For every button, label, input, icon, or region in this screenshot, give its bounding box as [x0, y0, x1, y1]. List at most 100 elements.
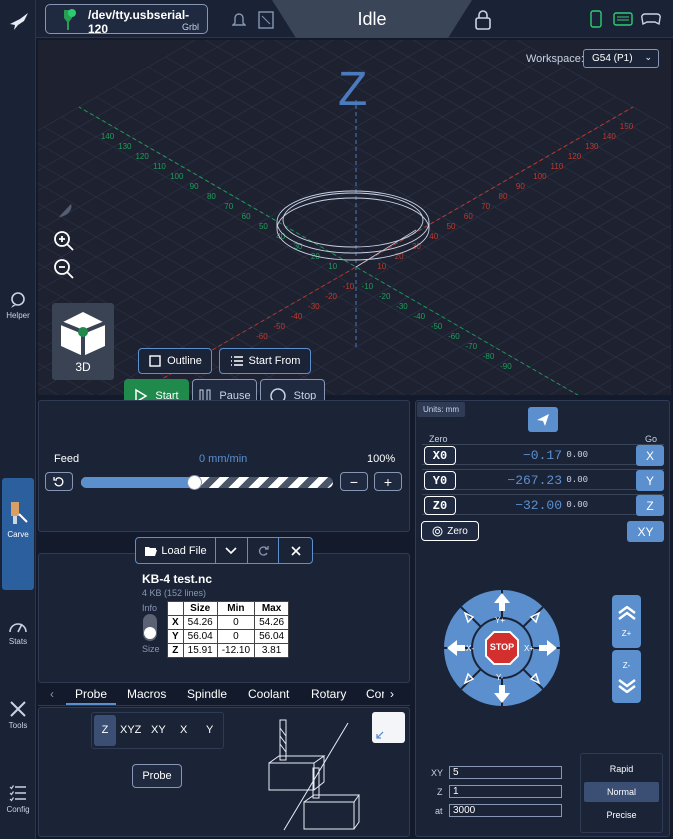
probe-axis-y[interactable]: Y [206, 724, 213, 736]
zoom-in-icon[interactable] [53, 230, 75, 252]
info-size-toggle[interactable] [143, 614, 157, 641]
tools-icon [10, 701, 26, 717]
jog-x-minus-label: X- [466, 644, 474, 653]
carve-icon [11, 502, 28, 524]
load-file-group: Load File [135, 537, 313, 564]
double-chevron-down-icon [617, 678, 636, 693]
zero-all-button[interactable]: Zero [421, 521, 479, 541]
gamepad-icon[interactable] [641, 12, 661, 26]
jog-feed-input[interactable] [449, 804, 562, 817]
x-mpos: 0.00 [566, 450, 588, 460]
probe-axis-group: Z XYZ XY X Y [91, 712, 224, 749]
chevron-down-icon: ⌄ [644, 52, 652, 62]
sidebar-item-carve[interactable]: Carve [2, 478, 34, 590]
z-position: −32.00 [515, 498, 562, 513]
sidebar-item-stats[interactable]: Stats [0, 618, 36, 646]
probe-axis-xy[interactable]: XY [151, 724, 166, 736]
go-xy-button[interactable]: XY [627, 521, 664, 542]
probe-axis-z[interactable]: Z [94, 715, 116, 746]
send-button[interactable] [528, 407, 558, 432]
schematic-icon[interactable] [258, 11, 274, 29]
feed-minus-button[interactable]: − [340, 472, 368, 491]
zero-x-button[interactable]: X0 [424, 446, 456, 465]
send-icon [537, 413, 549, 426]
probe-button[interactable]: Probe [132, 764, 182, 788]
z-minus-label: Z- [622, 660, 631, 670]
zero-y-button[interactable]: Y0 [424, 471, 456, 490]
speed-normal-button[interactable]: Normal [584, 782, 659, 802]
dro-row-z: Z0 −32.00 0.00 Z [422, 494, 664, 516]
x-position: −0.17 [522, 448, 562, 463]
tab-rotary[interactable]: Rotary [311, 687, 346, 701]
x-tick-label: 60 [464, 212, 473, 221]
sidebar-item-tools[interactable]: Tools [0, 700, 36, 730]
zero-all-label: Zero [447, 525, 468, 537]
y-tick-label: -80 [483, 352, 495, 361]
speed-rapid-button[interactable]: Rapid [584, 759, 659, 779]
app-logo[interactable] [8, 10, 30, 32]
y-tick-label: 140 [101, 132, 115, 141]
file-panel: KB-4 test.nc 4 KB (152 lines) Info Size … [38, 553, 410, 683]
visualizer-3d[interactable]: -60 -50 -40 -30 -20 -10 10 20 30 40 50 60 70 80 90 100 1… [38, 40, 671, 395]
go-y-button[interactable]: Y [636, 470, 664, 491]
zoom-out-icon[interactable] [53, 258, 75, 280]
lock-icon[interactable] [474, 9, 492, 31]
y-mpos: 0.00 [566, 475, 588, 485]
tabs-scroll-right[interactable]: › [390, 687, 394, 701]
probe-axis-xyz[interactable]: XYZ [120, 724, 141, 736]
tab-coolant[interactable]: Coolant [248, 687, 289, 701]
file-dimensions-table: Size Min Max X 54.26 0 54.26 Y 56.04 0 56.04 Z 15… [167, 601, 290, 658]
speed-precise-button[interactable]: Precise [584, 805, 659, 825]
zero-column-header: Zero [429, 434, 448, 444]
x-tick-label: 130 [585, 142, 599, 151]
file-size: 4 KB (152 lines) [142, 588, 207, 598]
jog-y-plus-label: Y+ [495, 616, 506, 625]
go-z-button[interactable]: Z [636, 495, 664, 516]
tabs-scroll-left[interactable]: ‹ [50, 687, 54, 701]
workspace-select[interactable]: G54 (P1) ⌄ [583, 49, 659, 68]
sidebar-item-helper[interactable]: Helper [0, 292, 36, 320]
recent-files-dropdown[interactable] [216, 538, 248, 563]
jog-z-step-input[interactable] [449, 785, 562, 798]
tab-spindle[interactable]: Spindle [187, 687, 227, 701]
jog-xy-step-input[interactable] [449, 766, 562, 779]
outline-label: Outline [167, 355, 202, 367]
y-tick-label: -90 [500, 362, 512, 371]
reload-file-button[interactable] [248, 538, 280, 563]
load-file-button[interactable]: Load File [136, 538, 217, 563]
keyboard-icon[interactable] [613, 12, 633, 26]
zero-z-button[interactable]: Z0 [424, 496, 456, 515]
probe-axis-x[interactable]: X [180, 724, 187, 736]
axis-z-label: Z [338, 63, 368, 116]
outline-button[interactable]: Outline [138, 348, 212, 374]
y-tick-label: 80 [207, 192, 216, 201]
jog-z-minus-button[interactable]: Z- [612, 650, 641, 703]
probe-diagram [268, 719, 360, 831]
outline-icon [149, 355, 161, 367]
feather-icon[interactable] [53, 200, 75, 222]
tab-probe[interactable]: Probe [66, 687, 116, 705]
view-cube-button[interactable]: 3D [52, 303, 114, 380]
usb-connected-icon [64, 9, 76, 30]
bell-icon[interactable] [232, 12, 246, 28]
z-mpos: 0.00 [566, 500, 588, 510]
tab-cor[interactable]: Cor [366, 687, 384, 701]
jog-z-plus-button[interactable]: Z+ [612, 595, 641, 648]
feed-plus-button[interactable]: + [374, 472, 402, 491]
probe-preview-button[interactable] [372, 712, 405, 743]
close-file-button[interactable] [279, 538, 312, 563]
feed-slider-thumb[interactable] [187, 475, 203, 490]
cube-icon [60, 312, 106, 356]
sidebar-item-label: Stats [8, 637, 28, 646]
start-from-label: Start From [248, 355, 301, 367]
x-tick-label: -50 [273, 322, 285, 331]
y-tick-label: 110 [153, 162, 166, 171]
connection-widget[interactable]: /dev/tty.usbserial-120 Grbl [45, 4, 208, 36]
sidebar-item-config[interactable]: Config [0, 784, 36, 814]
tab-macros[interactable]: Macros [127, 687, 166, 701]
start-from-button[interactable]: Start From [219, 348, 311, 374]
phone-icon[interactable] [590, 10, 602, 28]
feed-slider[interactable] [81, 475, 333, 490]
go-x-button[interactable]: X [636, 445, 664, 466]
feed-reset-button[interactable] [45, 472, 73, 491]
